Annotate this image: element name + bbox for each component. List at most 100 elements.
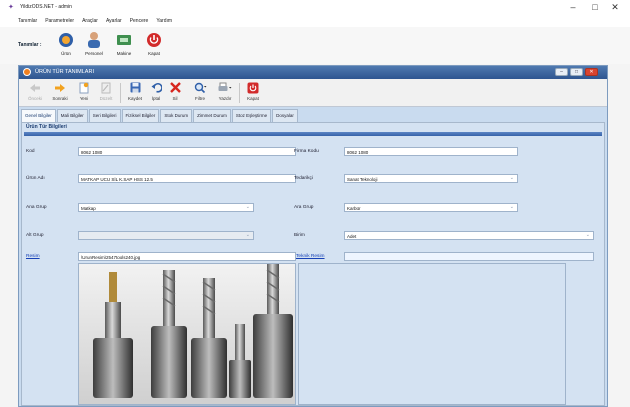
tab-mali-bilgiler[interactable]: Mali Bilgiler xyxy=(56,109,88,122)
sonraki-label: Sonraki xyxy=(52,96,68,101)
kod-input[interactable]: 8062 1080 xyxy=(78,147,296,156)
kaydet-label: Kaydet xyxy=(127,96,142,101)
save-icon xyxy=(125,81,145,94)
menu-pencere[interactable]: Pencere xyxy=(130,18,149,24)
urun-label: Ürün xyxy=(61,51,71,56)
teknik-resim-link[interactable]: Teknik Resim xyxy=(296,254,325,259)
record-toolbar: Önceki Sonraki Yeni Düzelt Kaydet İptal … xyxy=(19,79,607,107)
chevron-down-icon: ⌄ xyxy=(585,232,590,238)
edit-icon xyxy=(96,81,116,94)
power-icon xyxy=(146,31,162,49)
app-title-bar: ✦ YildizODS.NET - admin – □ ✕ xyxy=(0,0,630,14)
resim-path-input[interactable]: \UrunResim\2547tools240.jpg xyxy=(78,252,296,261)
main-toolbar: Tanımlar : Ürün Personel Makine Kapat xyxy=(0,27,630,64)
maximize-button[interactable]: □ xyxy=(588,2,602,12)
personel-label: Personel xyxy=(85,51,103,56)
menu-bar: Tanımlar Parametreler Araçlar Ayarlar Pe… xyxy=(0,14,630,27)
window-maximize-button[interactable]: □ xyxy=(570,68,583,76)
new-icon xyxy=(76,81,92,94)
birim-label: Birim xyxy=(294,233,305,238)
product-type-window: ÜRÜN TÜR TANIMLARI – □ ✕ Önceki Sonraki … xyxy=(18,65,608,407)
onceki-button[interactable]: Önceki xyxy=(25,81,45,105)
close-button[interactable]: ✕ xyxy=(608,2,622,12)
tab-fiziksel-bilgiler[interactable]: Fiziksel Bilgiler xyxy=(121,109,160,122)
tedarikci-label: Tedarikçi xyxy=(294,176,313,181)
product-icon xyxy=(58,31,74,49)
delete-icon xyxy=(169,81,181,94)
toolbar-separator xyxy=(239,83,240,103)
ana-grup-select[interactable]: Matkap ⌄ xyxy=(78,203,254,212)
urun-button[interactable]: Ürün xyxy=(52,31,80,61)
menu-parametreler[interactable]: Parametreler xyxy=(45,18,74,24)
section-title: Ürün Tür Bilgileri xyxy=(26,124,67,130)
urun-adi-input[interactable]: MATKAP UCU SİL K.SAP HSS 12.5 xyxy=(78,174,296,183)
birim-value: Adet xyxy=(347,234,357,239)
menu-yardim[interactable]: Yardım xyxy=(156,18,172,24)
general-info-panel: Ürün Tür Bilgileri Kod 8062 1080 Firma K… xyxy=(21,122,605,406)
arrow-left-icon xyxy=(25,81,45,94)
sil-button[interactable]: Sil xyxy=(169,81,181,105)
yazdir-button[interactable]: Yazdır xyxy=(215,81,235,105)
ara-grup-label: Ara Grup xyxy=(294,205,314,210)
chevron-down-icon: ⌄ xyxy=(509,204,514,210)
iptal-label: İptal xyxy=(151,96,161,101)
yeni-label: Yeni xyxy=(79,96,89,101)
sonraki-button[interactable]: Sonraki xyxy=(49,81,71,105)
tab-zimmet-durum[interactable]: Zimmet Durum xyxy=(193,109,231,122)
window-minimize-button[interactable]: – xyxy=(555,68,568,76)
tab-genel-bilgiler[interactable]: Genel Bilgiler xyxy=(21,109,56,122)
search-icon xyxy=(191,81,209,94)
person-icon xyxy=(86,31,102,49)
teknik-resim-input[interactable] xyxy=(344,252,594,261)
tab-stoz-eslestirme[interactable]: Stoz Eşleştirme xyxy=(231,109,272,122)
window-title-bar: ÜRÜN TÜR TANIMLARI – □ ✕ xyxy=(19,66,607,79)
window-close-button[interactable]: ✕ xyxy=(585,68,598,76)
ara-grup-select[interactable]: Karbür ⌄ xyxy=(344,203,518,212)
undo-icon xyxy=(148,81,164,94)
kapat-button[interactable]: Kapat xyxy=(244,81,262,105)
birim-select[interactable]: Adet ⌄ xyxy=(344,231,594,240)
duzelt-button[interactable]: Düzelt xyxy=(96,81,116,105)
duzelt-label: Düzelt xyxy=(99,96,113,101)
tedarikci-value: Sanat Teknoloji xyxy=(347,177,378,182)
technical-image-box xyxy=(298,263,566,405)
tab-seri-bilgileri[interactable]: Seri Bilgileri xyxy=(88,109,121,122)
alt-grup-label: Alt Grup xyxy=(26,233,44,238)
kapat-main-button[interactable]: Kapat xyxy=(140,31,168,61)
filtre-label: Filtre xyxy=(195,96,205,101)
kaydet-button[interactable]: Kaydet xyxy=(125,81,145,105)
yazdir-label: Yazdır xyxy=(218,96,232,101)
ara-grup-value: Karbür xyxy=(347,206,361,211)
kapat-label: Kapat xyxy=(247,96,259,101)
makine-button[interactable]: Makine xyxy=(110,31,138,61)
window-icon xyxy=(23,68,31,76)
onceki-label: Önceki xyxy=(27,96,42,101)
firma-kodu-input[interactable]: 8062 1080 xyxy=(344,147,518,156)
app-title: YildizODS.NET - admin xyxy=(20,4,72,10)
tab-dosyalar[interactable]: Dosyalar xyxy=(272,109,298,122)
menu-tanimlar[interactable]: Tanımlar xyxy=(18,18,37,24)
firma-kodu-label: Firma Kodu xyxy=(294,149,319,154)
resim-link[interactable]: Resim xyxy=(26,254,40,259)
filtre-button[interactable]: Filtre xyxy=(191,81,209,105)
ana-grup-label: Ana Grup xyxy=(26,205,47,210)
kod-label: Kod xyxy=(26,149,35,154)
tedarikci-select[interactable]: Sanat Teknoloji ⌄ xyxy=(344,174,518,183)
product-image xyxy=(78,263,296,405)
urun-adi-label: Ürün Adı xyxy=(26,176,45,181)
minimize-button[interactable]: – xyxy=(566,2,580,12)
chevron-down-icon: ⌄ xyxy=(509,175,514,181)
drill-bits-photo xyxy=(79,264,295,404)
alt-grup-select[interactable]: ⌄ xyxy=(78,231,254,240)
kapat-main-label: Kapat xyxy=(148,51,160,56)
machine-icon xyxy=(116,31,132,49)
yeni-button[interactable]: Yeni xyxy=(76,81,92,105)
menu-ayarlar[interactable]: Ayarlar xyxy=(106,18,122,24)
tab-strip: Genel Bilgiler Mali Bilgiler Seri Bilgil… xyxy=(21,109,299,122)
personel-button[interactable]: Personel xyxy=(80,31,108,61)
tab-stok-durum[interactable]: Stok Durum xyxy=(160,109,193,122)
app-logo-icon: ✦ xyxy=(8,4,14,11)
menu-araclar[interactable]: Araçlar xyxy=(82,18,98,24)
iptal-button[interactable]: İptal xyxy=(148,81,164,105)
printer-icon xyxy=(215,81,235,94)
